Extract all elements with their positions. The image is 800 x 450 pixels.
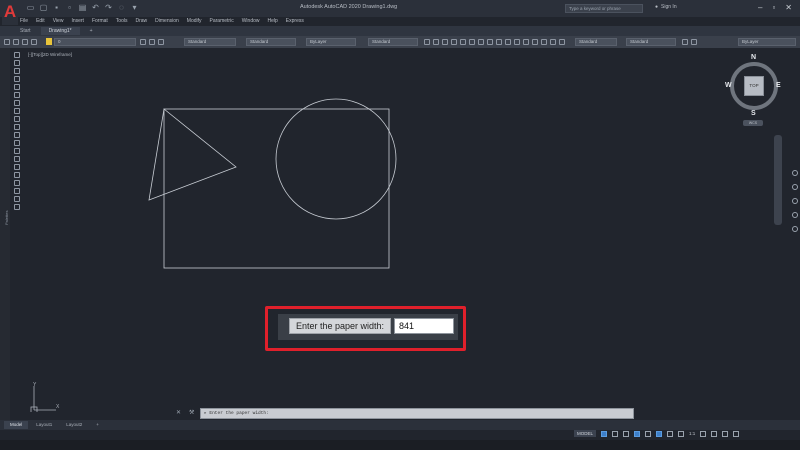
- tab-layout1[interactable]: Layout1: [30, 421, 58, 429]
- zoom-icon[interactable]: [792, 198, 798, 204]
- polar-icon[interactable]: [634, 430, 641, 437]
- model-space-button[interactable]: MODEL: [574, 430, 597, 437]
- dynamic-input-icon[interactable]: [656, 430, 663, 437]
- isolate-icon[interactable]: [711, 430, 718, 437]
- tab-model[interactable]: Model: [4, 421, 29, 429]
- status-bar: MODEL 1:1: [574, 428, 796, 439]
- cube-face-top[interactable]: TOP: [744, 76, 764, 96]
- view-cube[interactable]: N S E W TOP: [724, 54, 784, 124]
- orbit-icon[interactable]: [792, 212, 798, 218]
- command-input[interactable]: ▸ Enter the paper width:: [200, 408, 634, 419]
- fullscreen-icon[interactable]: [722, 430, 729, 437]
- compass-east[interactable]: E: [776, 82, 781, 89]
- close-icon[interactable]: ✕: [176, 409, 181, 416]
- showmotion-icon[interactable]: [792, 226, 798, 232]
- add-layout-icon[interactable]: +: [90, 421, 105, 429]
- grid-icon[interactable]: [601, 430, 608, 437]
- ucs-icon: Y X: [30, 382, 60, 412]
- tab-layout2[interactable]: Layout2: [60, 421, 88, 429]
- vertical-scrollbar[interactable]: [774, 135, 782, 225]
- hamburger-menu-icon[interactable]: [733, 430, 740, 437]
- command-line: ✕ ⚒ ▸ Enter the paper width:: [176, 408, 634, 419]
- annotation-visibility-icon[interactable]: [678, 430, 685, 437]
- navigation-bar: [791, 170, 799, 320]
- ucs-x-label: X: [56, 404, 60, 410]
- steering-wheel-icon[interactable]: [792, 170, 798, 176]
- ortho-icon[interactable]: [623, 430, 630, 437]
- ucs-y-label: Y: [33, 382, 37, 388]
- compass-north[interactable]: N: [751, 54, 756, 61]
- annotation-scale[interactable]: 1:1: [689, 431, 695, 436]
- compass-west[interactable]: W: [725, 82, 732, 89]
- triangle-shape[interactable]: [148, 108, 237, 201]
- gear-icon[interactable]: [700, 430, 707, 437]
- pan-icon[interactable]: [792, 184, 798, 190]
- wcs-menu[interactable]: WCS: [743, 120, 763, 126]
- compass-south[interactable]: S: [751, 110, 756, 117]
- rectangle-shape[interactable]: [163, 108, 390, 269]
- snap-icon[interactable]: [612, 430, 619, 437]
- customize-icon[interactable]: ⚒: [189, 409, 194, 416]
- lineweight-icon[interactable]: [667, 430, 674, 437]
- circle-shape[interactable]: [275, 98, 397, 220]
- drawing-canvas[interactable]: [0, 0, 800, 450]
- taskbar-strip: [0, 440, 800, 450]
- paper-width-input[interactable]: [394, 318, 454, 334]
- osnap-icon[interactable]: [645, 430, 652, 437]
- dynamic-input-prompt-label: Enter the paper width:: [289, 318, 391, 334]
